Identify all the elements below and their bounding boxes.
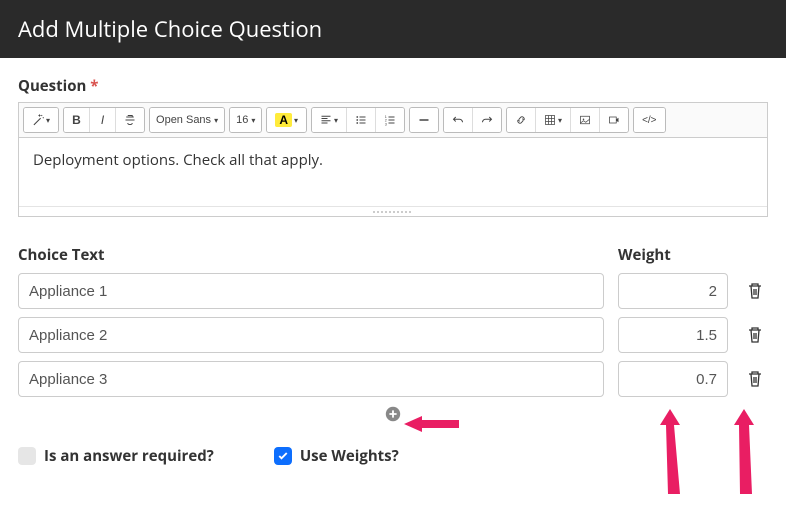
- dialog-title: Add Multiple Choice Question: [18, 14, 322, 44]
- strikethrough-button[interactable]: [116, 108, 144, 132]
- link-button[interactable]: [507, 108, 536, 132]
- ordered-list-button[interactable]: 123: [376, 108, 404, 132]
- align-button[interactable]: ▾: [312, 108, 347, 132]
- use-weights-label: Use Weights?: [300, 446, 399, 466]
- delete-choice-button[interactable]: [742, 370, 768, 388]
- magic-wand-button[interactable]: ▾: [24, 108, 58, 132]
- choice-row: [18, 317, 768, 353]
- choice-weight-input[interactable]: [618, 317, 728, 353]
- font-size-select[interactable]: 16▾: [230, 108, 261, 132]
- delete-choice-button[interactable]: [742, 282, 768, 300]
- table-button[interactable]: ▾: [536, 108, 571, 132]
- choice-weight-input[interactable]: [618, 273, 728, 309]
- italic-button[interactable]: I: [90, 108, 116, 132]
- svg-text:3: 3: [385, 122, 387, 126]
- options-row: Is an answer required? Use Weights?: [18, 446, 768, 466]
- choice-text-input[interactable]: [18, 361, 604, 397]
- undo-button[interactable]: [444, 108, 473, 132]
- choice-text-header: Choice Text: [18, 245, 604, 265]
- redo-button[interactable]: [473, 108, 501, 132]
- choice-row: [18, 361, 768, 397]
- unordered-list-button[interactable]: [347, 108, 376, 132]
- choice-text-input[interactable]: [18, 273, 604, 309]
- answer-required-label: Is an answer required?: [44, 446, 214, 466]
- weight-header: Weight: [618, 245, 728, 265]
- font-family-select[interactable]: Open Sans▾: [150, 108, 224, 132]
- answer-required-checkbox[interactable]: Is an answer required?: [18, 446, 214, 466]
- question-label-text: Question: [18, 76, 86, 96]
- plus-circle-icon: [384, 405, 402, 423]
- text-color-button[interactable]: A▾: [267, 108, 306, 132]
- choice-weight-input[interactable]: [618, 361, 728, 397]
- choice-text-input[interactable]: [18, 317, 604, 353]
- checkbox-unchecked-icon: [18, 447, 36, 465]
- add-choice-button[interactable]: [384, 405, 402, 426]
- checkbox-checked-icon: [274, 447, 292, 465]
- add-choice-row: [18, 405, 768, 428]
- rich-text-editor: ▾ B I Open Sans▾ 16▾ A▾ ▾ 123: [18, 102, 768, 217]
- required-asterisk: *: [90, 76, 98, 96]
- dialog-header: Add Multiple Choice Question: [0, 0, 786, 58]
- code-view-button[interactable]: </>: [634, 108, 664, 132]
- horizontal-rule-button[interactable]: [410, 108, 438, 132]
- trash-icon: [747, 282, 763, 300]
- video-button[interactable]: [600, 108, 628, 132]
- image-button[interactable]: [571, 108, 600, 132]
- editor-resize-handle[interactable]: [19, 206, 767, 216]
- question-body-input[interactable]: Deployment options. Check all that apply…: [19, 138, 767, 206]
- dialog-body: Question * ▾ B I Open Sans▾ 16▾ A▾ ▾: [0, 58, 786, 494]
- question-label: Question *: [18, 76, 768, 96]
- delete-choice-button[interactable]: [742, 326, 768, 344]
- editor-toolbar: ▾ B I Open Sans▾ 16▾ A▾ ▾ 123: [19, 103, 767, 138]
- font-size-value: 16: [236, 114, 248, 126]
- bold-button[interactable]: B: [64, 108, 90, 132]
- choice-row: [18, 273, 768, 309]
- trash-icon: [747, 326, 763, 344]
- choice-columns-header: Choice Text Weight: [18, 245, 768, 273]
- use-weights-checkbox[interactable]: Use Weights?: [274, 446, 399, 466]
- trash-icon: [747, 370, 763, 388]
- font-family-value: Open Sans: [156, 114, 211, 126]
